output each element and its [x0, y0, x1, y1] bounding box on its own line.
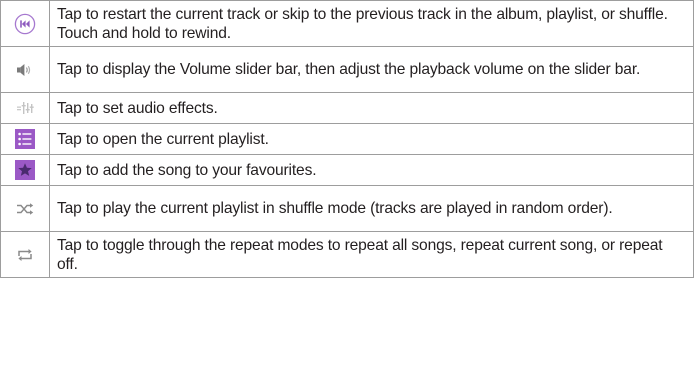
icon-cell	[0, 123, 50, 155]
music-controls-table: Tap to restart the current track or skip…	[0, 0, 694, 278]
row-description: Tap to play the current playlist in shuf…	[49, 185, 694, 232]
volume-icon	[1, 63, 49, 77]
repeat-icon	[1, 247, 49, 263]
audio-effects-icon	[1, 100, 49, 116]
table-row: Tap to add the song to your favourites.	[0, 154, 694, 186]
table-row: Tap to restart the current track or skip…	[0, 0, 694, 47]
icon-cell	[0, 0, 50, 47]
row-description: Tap to add the song to your favourites.	[49, 154, 694, 186]
table-row: Tap to set audio effects.	[0, 92, 694, 124]
table-row: Tap to toggle through the repeat modes t…	[0, 231, 694, 278]
icon-cell	[0, 46, 50, 93]
icon-cell	[0, 231, 50, 278]
table-row: Tap to play the current playlist in shuf…	[0, 185, 694, 232]
row-description: Tap to set audio effects.	[49, 92, 694, 124]
row-description: Tap to restart the current track or skip…	[49, 0, 694, 47]
table-row: Tap to display the Volume slider bar, th…	[0, 46, 694, 93]
favourite-star-icon	[1, 160, 49, 180]
icon-cell	[0, 92, 50, 124]
playlist-icon	[1, 129, 49, 149]
table-row: Tap to open the current playlist.	[0, 123, 694, 155]
shuffle-icon	[1, 202, 49, 216]
row-description: Tap to open the current playlist.	[49, 123, 694, 155]
row-description: Tap to toggle through the repeat modes t…	[49, 231, 694, 278]
row-description: Tap to display the Volume slider bar, th…	[49, 46, 694, 93]
icon-cell	[0, 185, 50, 232]
previous-track-icon	[1, 13, 49, 35]
icon-cell	[0, 154, 50, 186]
